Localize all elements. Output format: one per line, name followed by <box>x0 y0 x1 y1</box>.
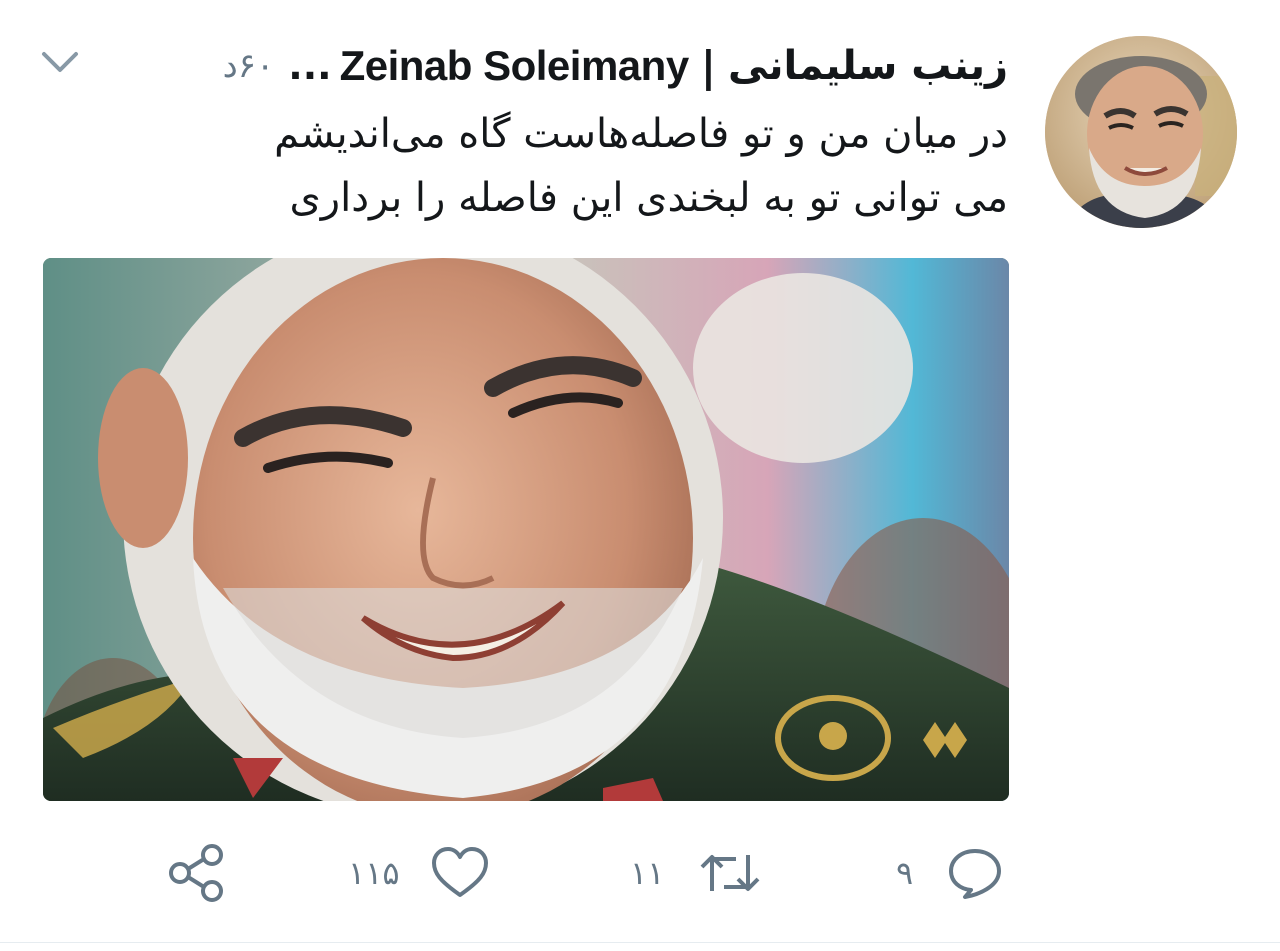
like-count: ۱۱۵ <box>348 854 400 892</box>
tweet-text-line: می توانی تو به لبخندی این فاصله را بردار… <box>289 175 1008 221</box>
like-button[interactable]: ۱۱۵ <box>348 838 490 908</box>
photo <box>43 258 1009 801</box>
retweet-icon <box>700 855 760 891</box>
tweet-text: در میان من و تو فاصله‌هاست گاه می‌اندیشم… <box>108 102 1008 230</box>
display-name-en[interactable]: Zeinab Soleimany <box>340 42 690 90</box>
reply-icon <box>949 849 1002 899</box>
name-separator: | <box>700 41 717 91</box>
reply-count: ۹ <box>896 854 914 892</box>
retweet-button[interactable]: ۱۱ <box>630 838 762 908</box>
tweet-actions: ۹ ۱۱ ۱۱۵ <box>0 838 1280 908</box>
tweet[interactable]: ۶۰د ... Zeinab Soleimany | زینب سلیمانی … <box>0 0 1280 951</box>
tweet-timestamp[interactable]: ۶۰د <box>223 46 275 86</box>
divider <box>0 942 1280 943</box>
display-name-fa[interactable]: زینب سلیمانی <box>728 43 1008 89</box>
tweet-text-line: در میان من و تو فاصله‌هاست گاه می‌اندیشم <box>274 111 1008 157</box>
retweet-count: ۱۱ <box>630 854 665 892</box>
reply-button[interactable]: ۹ <box>896 838 1003 908</box>
share-icon <box>169 844 223 902</box>
share-button[interactable] <box>166 838 226 908</box>
avatar-image <box>1045 36 1237 228</box>
name-truncation: ... <box>288 44 332 88</box>
tweet-menu-button[interactable] <box>40 46 80 78</box>
chevron-down-icon <box>42 52 78 72</box>
tweet-media-image[interactable] <box>43 258 1009 801</box>
heart-icon <box>431 847 488 897</box>
tweet-header: ۶۰د ... Zeinab Soleimany | زینب سلیمانی <box>223 38 1008 94</box>
avatar[interactable] <box>1045 36 1237 228</box>
